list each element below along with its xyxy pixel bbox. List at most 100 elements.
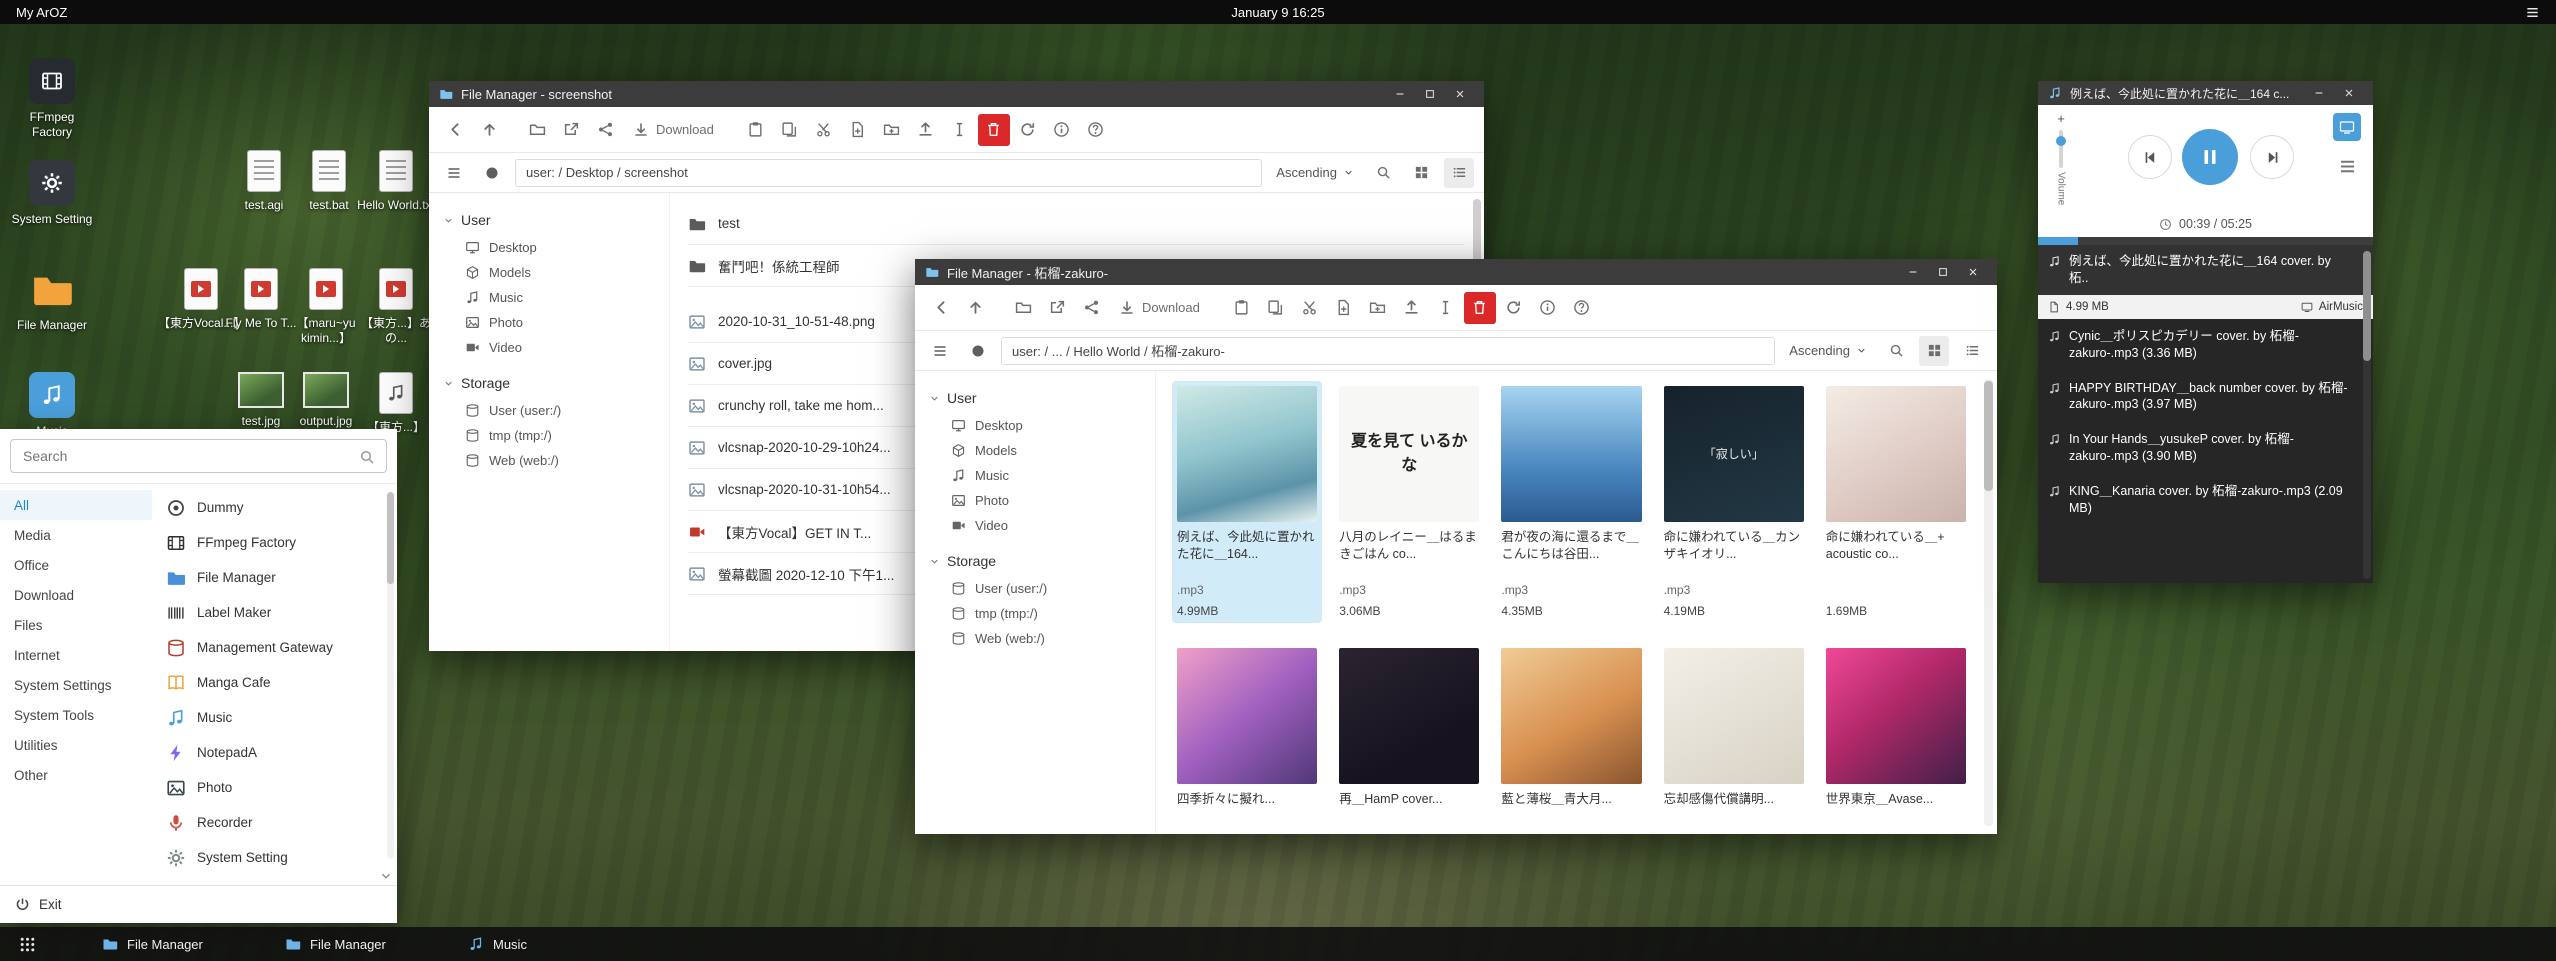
category-office[interactable]: Office [0,550,152,580]
sidebar-toggle-button[interactable] [925,337,955,365]
open-in-new-button[interactable] [555,114,587,146]
rename-button[interactable] [1430,292,1462,324]
sidebar-item-desktop[interactable]: Desktop [429,235,669,260]
category-other[interactable]: Other [0,760,152,790]
minimize-button[interactable] [1899,261,1927,283]
list-view-button[interactable] [1444,158,1474,188]
scrollbar[interactable] [387,492,394,859]
close-button[interactable] [1446,83,1474,105]
app-item-system-setting[interactable]: System Setting [152,840,397,875]
app-item-music[interactable]: Music [152,700,397,735]
window-titlebar[interactable]: File Manager - screenshot [429,81,1484,107]
previous-track-button[interactable] [2128,135,2172,179]
sidebar-item-video[interactable]: Video [429,335,669,360]
app-item-label-maker[interactable]: Label Maker [152,595,397,630]
playlist-item[interactable]: KING＿Kanaria cover. by 柘榴-zakuro-.mp3 (2… [2038,474,2373,526]
share-button[interactable] [589,114,621,146]
delete-button[interactable] [978,114,1010,146]
category-all[interactable]: All [0,490,152,520]
search-input[interactable] [10,439,387,473]
app-item-manga-cafe[interactable]: Manga Cafe [152,665,397,700]
search-button[interactable] [1881,336,1911,366]
sidebar-item-user-drive[interactable]: User (user:/) [915,576,1155,601]
breadcrumb[interactable]: user: / ... / Hello World / 柘榴-zakuro- [1001,337,1775,365]
sidebar-item-photo[interactable]: Photo [915,488,1155,513]
airmusic-badge[interactable]: AirMusic [2301,301,2363,313]
app-item-dummy[interactable]: Dummy [152,490,397,525]
open-in-new-button[interactable] [1041,292,1073,324]
download-button[interactable]: Download [623,114,724,146]
grid-item[interactable]: 藍と薄桜＿青大月... [1496,643,1646,847]
up-button[interactable] [959,292,991,324]
grid-item[interactable]: 四季折々に擬れ... [1172,643,1322,847]
brand-label[interactable]: My ArOZ [16,5,67,20]
sidebar-item-tmp-drive[interactable]: tmp (tmp:/) [915,601,1155,626]
copy-button[interactable] [774,114,806,146]
paste-button[interactable] [1226,292,1258,324]
maximize-button[interactable] [1416,83,1444,105]
download-button[interactable]: Download [1109,292,1210,324]
dark-mode-toggle[interactable] [963,337,993,365]
upload-button[interactable] [910,114,942,146]
help-button[interactable] [1080,114,1112,146]
new-file-button[interactable] [842,114,874,146]
sidebar-item-music[interactable]: Music [429,285,669,310]
volume-slider[interactable]: + Volume [2048,111,2074,205]
category-system-tools[interactable]: System Tools [0,700,152,730]
sidebar-item-video[interactable]: Video [915,513,1155,538]
desktop-shortcut-system-setting[interactable]: System Setting [8,160,96,227]
up-button[interactable] [473,114,505,146]
scrollbar[interactable] [2363,249,2371,579]
scrollbar-thumb[interactable] [387,492,394,584]
sidebar-item-user-drive[interactable]: User (user:/) [429,398,669,423]
sidebar-item-web-drive[interactable]: Web (web:/) [429,448,669,473]
sidebar-item-tmp-drive[interactable]: tmp (tmp:/) [429,423,669,448]
category-system-settings[interactable]: System Settings [0,670,152,700]
volume-track[interactable] [2059,130,2063,168]
app-item-photo[interactable]: Photo [152,770,397,805]
window-titlebar[interactable]: 例えば、今此処に置かれた花に＿164 c... [2038,81,2373,105]
list-view-button[interactable] [1957,336,1987,366]
playlist-item[interactable]: HAPPY BIRTHDAY＿back number cover. by 柘榴-… [2038,371,2373,423]
help-button[interactable] [1566,292,1598,324]
copy-button[interactable] [1260,292,1292,324]
playlist-item[interactable]: In Your Hands＿yusukeP cover. by 柘榴-zakur… [2038,422,2373,474]
app-launcher-button[interactable] [12,929,42,959]
back-button[interactable] [439,114,471,146]
app-item-notepada[interactable]: NotepadA [152,735,397,770]
app-item-recorder[interactable]: Recorder [152,805,397,840]
desktop-shortcut-ffmpeg[interactable]: FFmpeg Factory [8,58,96,140]
maximize-button[interactable] [1929,261,1957,283]
exit-button[interactable]: Exit [0,885,397,923]
playlist-item[interactable]: Cynic＿ポリスピカデリー cover. by 柘榴-zakuro-.mp3 … [2038,319,2373,371]
file-row[interactable]: test [688,203,1464,245]
app-item-ffmpeg-factory[interactable]: FFmpeg Factory [152,525,397,560]
close-button[interactable] [1959,261,1987,283]
scrollbar-thumb[interactable] [2363,251,2371,361]
refresh-button[interactable] [1012,114,1044,146]
top-menu-button[interactable] [2525,5,2540,20]
scroll-more-indicator[interactable] [379,869,393,883]
grid-item[interactable]: 君が夜の海に還るまで＿こんにちは谷田... .mp3 4.35MB [1496,381,1646,623]
grid-view-button[interactable] [1406,158,1436,188]
category-internet[interactable]: Internet [0,640,152,670]
grid-item[interactable]: 「寂しい」 命に嫌われている＿カンザキイオリ... .mp3 4.19MB [1659,381,1809,623]
category-download[interactable]: Download [0,580,152,610]
sort-dropdown[interactable]: Ascending [1783,343,1873,358]
grid-item[interactable]: 再＿HamP cover... [1334,643,1484,847]
sidebar-toggle-button[interactable] [439,159,469,187]
new-folder-button[interactable] [1362,292,1394,324]
category-media[interactable]: Media [0,520,152,550]
sidebar-item-models[interactable]: Models [429,260,669,285]
minimize-button[interactable] [2305,82,2333,104]
category-utilities[interactable]: Utilities [0,730,152,760]
volume-thumb[interactable] [2056,136,2066,146]
new-file-button[interactable] [1328,292,1360,324]
taskbar-item-file-manager-2[interactable]: File Manager [271,929,446,959]
scrollbar[interactable] [1984,379,1993,826]
grid-item-selected[interactable]: 例えば、今此処に置かれた花に＿164... .mp3 4.99MB [1172,381,1322,623]
search-button[interactable] [1368,158,1398,188]
dark-mode-toggle[interactable] [477,159,507,187]
volume-plus-label[interactable]: + [2057,111,2065,126]
open-button[interactable] [521,114,553,146]
